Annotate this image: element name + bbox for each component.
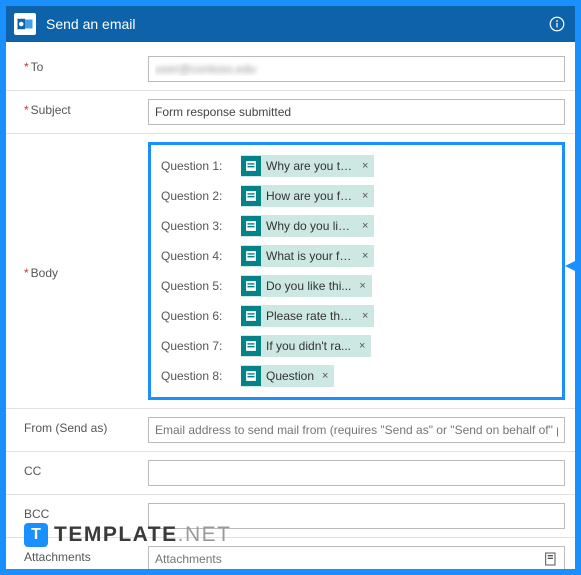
dynamic-token[interactable]: Do you like thi... × — [241, 275, 372, 297]
row-from: From (Send as) — [6, 409, 575, 452]
body-question-row: Question 2: How are you fe... × — [161, 181, 552, 211]
label-body: *Body — [24, 262, 134, 280]
forms-icon — [241, 276, 261, 296]
forms-icon — [241, 366, 261, 386]
row-cc: CC — [6, 452, 575, 495]
question-label: Question 6: — [161, 309, 235, 323]
question-label: Question 3: — [161, 219, 235, 233]
question-label: Question 8: — [161, 369, 235, 383]
label-from: From (Send as) — [24, 417, 134, 435]
token-text: Why are you ta... — [266, 159, 354, 173]
dynamic-token[interactable]: If you didn't ra... × — [241, 335, 371, 357]
dynamic-token[interactable]: Question × — [241, 365, 334, 387]
question-label: Question 7: — [161, 339, 235, 353]
token-text: What is your fa... — [266, 249, 354, 263]
to-input[interactable] — [148, 56, 565, 82]
row-attachments: Attachments — [6, 538, 575, 569]
token-text: Question — [266, 369, 314, 383]
body-question-row: Question 4: What is your fa... × — [161, 241, 552, 271]
app-frame: Send an email *To *Subject *Body Questio… — [0, 0, 581, 575]
header-bar: Send an email — [6, 6, 575, 42]
question-label: Question 4: — [161, 249, 235, 263]
subject-input[interactable] — [148, 99, 565, 125]
body-question-row: Question 8: Question × — [161, 361, 552, 391]
forms-icon — [241, 306, 261, 326]
outlook-icon — [14, 13, 36, 35]
forms-icon — [241, 156, 261, 176]
from-input[interactable] — [148, 417, 565, 443]
row-body: *Body Question 1:Why are you ta...×Quest… — [6, 134, 575, 409]
token-remove-icon[interactable]: × — [357, 340, 367, 352]
cc-input[interactable] — [148, 460, 565, 486]
attachment-picker-icon[interactable] — [543, 551, 559, 567]
token-remove-icon[interactable]: × — [357, 280, 367, 292]
token-text: Please rate this... — [266, 309, 354, 323]
row-bcc: BCC — [6, 495, 575, 538]
header-title: Send an email — [46, 16, 537, 32]
body-question-row: Question 5: Do you like thi... × — [161, 271, 552, 301]
label-bcc: BCC — [24, 503, 134, 521]
token-remove-icon[interactable]: × — [360, 310, 370, 322]
label-cc: CC — [24, 460, 134, 478]
question-label: Question 2: — [161, 189, 235, 203]
dynamic-token[interactable]: Please rate this... × — [241, 305, 374, 327]
forms-icon — [241, 336, 261, 356]
body-question-row: Question 6: Please rate this... × — [161, 301, 552, 331]
token-text: If you didn't ra... — [266, 339, 351, 353]
dynamic-token[interactable]: What is your fa... × — [241, 245, 374, 267]
forms-icon — [241, 216, 261, 236]
label-to: *To — [24, 56, 134, 74]
attachments-input[interactable] — [148, 546, 565, 569]
dynamic-token[interactable]: Why are you ta... × — [241, 155, 374, 177]
token-remove-icon[interactable]: × — [360, 190, 370, 202]
token-text: Do you like thi... — [266, 279, 351, 293]
question-label: Question 5: — [161, 279, 235, 293]
body-question-row: Question 1: Why are you ta... × — [161, 151, 552, 181]
label-subject: *Subject — [24, 99, 134, 117]
forms-icon — [241, 246, 261, 266]
token-text: Why do you lik... — [266, 219, 354, 233]
token-remove-icon[interactable]: × — [360, 220, 370, 232]
body-question-row: Question 7: If you didn't ra... × — [161, 331, 552, 361]
info-icon[interactable] — [547, 14, 567, 34]
forms-icon — [241, 186, 261, 206]
label-attachments: Attachments — [24, 546, 134, 564]
token-remove-icon[interactable]: × — [360, 160, 370, 172]
token-remove-icon[interactable]: × — [360, 250, 370, 262]
question-label: Question 1: — [161, 159, 235, 173]
body-editor[interactable]: Question 1:Why are you ta...×Question 2:… — [148, 142, 565, 400]
row-to: *To — [6, 48, 575, 91]
row-subject: *Subject — [6, 91, 575, 134]
body-question-row: Question 3: Why do you lik... × — [161, 211, 552, 241]
token-text: How are you fe... — [266, 189, 354, 203]
callout-arrow-icon — [565, 256, 575, 279]
token-remove-icon[interactable]: × — [320, 370, 330, 382]
dynamic-token[interactable]: Why do you lik... × — [241, 215, 374, 237]
form-area: *To *Subject *Body Question 1: Why are yo… — [6, 42, 575, 569]
bcc-input[interactable] — [148, 503, 565, 529]
dynamic-token[interactable]: How are you fe... × — [241, 185, 374, 207]
